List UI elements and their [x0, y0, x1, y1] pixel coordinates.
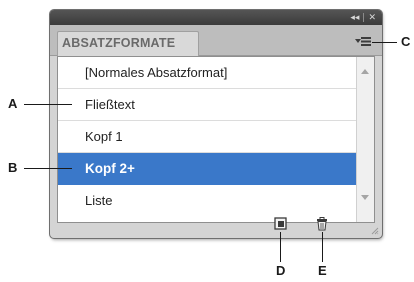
- panel-footer: [50, 217, 382, 238]
- tab-paragraph-styles[interactable]: ABSATZFORMATE: [57, 31, 199, 56]
- panel-menu-icon[interactable]: [354, 35, 372, 49]
- style-item-liste[interactable]: Liste: [58, 185, 356, 217]
- callout-b-label: B: [8, 160, 18, 175]
- style-list: [Normales Absatzformat] Fließtext Kopf 1…: [57, 56, 375, 223]
- callout-a-line: [24, 104, 72, 105]
- style-item-normal[interactable]: [Normales Absatzformat]: [58, 57, 356, 89]
- style-item-fliesstext[interactable]: Fließtext: [58, 89, 356, 121]
- scroll-down-icon[interactable]: [361, 195, 369, 200]
- callout-b-line: [24, 168, 72, 169]
- vertical-scrollbar[interactable]: [356, 57, 374, 222]
- paragraph-styles-panel: ◂◂ ✕ ABSATZFORMATE [Normales Absatzforma…: [50, 10, 382, 238]
- collapse-icon[interactable]: ◂◂: [350, 11, 359, 24]
- scroll-up-icon[interactable]: [361, 69, 369, 74]
- new-style-icon[interactable]: [274, 217, 287, 230]
- callout-c-line: [372, 42, 397, 43]
- titlebar-controls: ◂◂ ✕: [350, 11, 376, 24]
- style-item-kopf-2-selected[interactable]: Kopf 2+: [58, 153, 356, 185]
- style-item-kopf-1[interactable]: Kopf 1: [58, 121, 356, 153]
- panel-titlebar[interactable]: ◂◂ ✕: [50, 10, 382, 25]
- trash-icon[interactable]: [316, 217, 328, 231]
- resize-grip-icon[interactable]: [371, 227, 379, 235]
- callout-a-label: A: [8, 96, 18, 111]
- callout-d-label: D: [276, 263, 286, 278]
- callout-c-label: C: [401, 34, 411, 49]
- figure: ◂◂ ✕ ABSATZFORMATE [Normales Absatzforma…: [0, 0, 414, 282]
- titlebar-separator: [363, 13, 365, 22]
- callout-e-line: [322, 232, 323, 262]
- callout-d-line: [280, 232, 281, 262]
- menu-lines-icon: [361, 37, 371, 46]
- close-icon[interactable]: ✕: [368, 11, 376, 24]
- tab-bar: ABSATZFORMATE: [50, 25, 382, 56]
- callout-e-label: E: [318, 263, 327, 278]
